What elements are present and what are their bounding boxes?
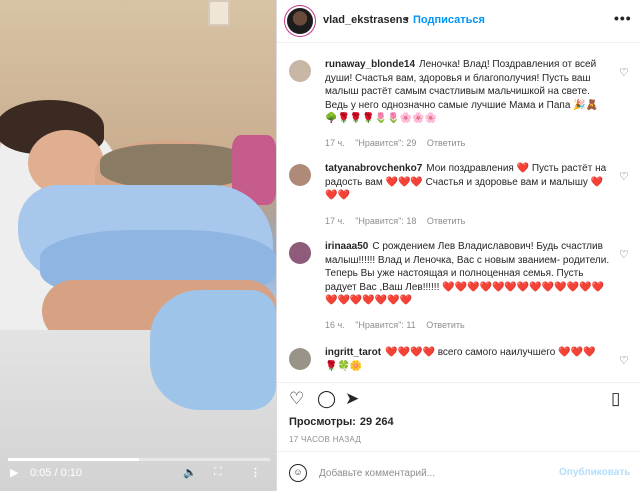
publish-button[interactable]: Опубликовать — [559, 467, 630, 478]
separator-dot: • — [405, 13, 409, 25]
views-label: Просмотры: — [289, 416, 356, 428]
post-time-ago[interactable]: 17 ЧАСОВ НАЗАД — [289, 435, 361, 444]
video-player[interactable]: ▶ 0:05 / 0:10 🔈 ⛶ ⋮ — [0, 0, 276, 491]
like-comment-heart-icon[interactable]: ♡ — [619, 170, 629, 183]
play-icon[interactable]: ▶ — [10, 466, 18, 479]
bookmark-icon[interactable]: ▯ — [611, 389, 620, 409]
author-avatar[interactable] — [287, 8, 313, 34]
comment-time[interactable]: 16 ч. — [325, 320, 345, 330]
emoji-icon[interactable]: ☺ — [289, 464, 307, 482]
commenter-avatar[interactable] — [289, 60, 311, 82]
comment-likes[interactable]: "Нравится": 18 — [355, 216, 416, 226]
comment-text: ❤️❤️❤️❤️ всего самого наилучшего ❤️❤️❤️ — [385, 347, 596, 358]
video-time: 0:05 / 0:10 — [30, 467, 82, 479]
commenter-username[interactable]: irinaaa50 — [325, 241, 368, 252]
commenter-username[interactable]: tatyanabrovchenko7 — [325, 163, 422, 174]
commenter-avatar[interactable] — [289, 164, 311, 186]
reply-button[interactable]: Ответить — [426, 320, 464, 330]
comment-meta: 16 ч. "Нравится": 11 Ответить — [325, 320, 473, 330]
post-header: vlad_ekstrasens • Подписаться ••• — [277, 0, 640, 43]
comment-input[interactable] — [317, 462, 551, 484]
comment-body: runaway_blonde14 Леночка! Влад! Поздравле… — [325, 58, 611, 126]
like-comment-heart-icon[interactable]: ♡ — [619, 66, 629, 79]
comment-emoji-line: 🌳🌹🌹🌹🌷🌷🌸🌸🌸 — [325, 113, 438, 124]
comment-meta: 17 ч. "Нравится": 18 Ответить — [325, 216, 473, 226]
shirt — [100, 144, 250, 188]
comment-composer: ☺ Опубликовать — [277, 451, 640, 492]
comment-body: ingritt_tarot ❤️❤️❤️❤️ всего самого наилу… — [325, 346, 611, 373]
reply-button[interactable]: Ответить — [427, 138, 465, 148]
author-username[interactable]: vlad_ekstrasens — [323, 14, 409, 26]
wall-outlet — [208, 0, 230, 26]
comment-time[interactable]: 17 ч. — [325, 216, 345, 226]
like-heart-icon[interactable]: ♡ — [289, 389, 304, 409]
commenter-username[interactable]: ingritt_tarot — [325, 347, 381, 358]
comment-likes[interactable]: "Нравится": 11 — [355, 320, 415, 330]
comment-meta: 17 ч. "Нравится": 29 Ответить — [325, 138, 473, 148]
comment-body: tatyanabrovchenko7 Мои поздравления ❤️ Пу… — [325, 162, 611, 203]
views-count: Просмотры: 29 264 — [289, 416, 394, 428]
follow-button[interactable]: Подписаться — [413, 14, 485, 26]
commenter-avatar[interactable] — [289, 348, 311, 370]
reply-button[interactable]: Ответить — [427, 216, 465, 226]
volume-icon[interactable]: 🔈 — [183, 466, 197, 479]
comment-body: irinaaa50 С рождением Лев Владиславович! … — [325, 240, 611, 308]
comment-emoji-line: 🌹🍀🌼 — [325, 360, 363, 372]
comments-list: runaway_blonde14 Леночка! Влад! Поздравле… — [277, 46, 640, 376]
fullscreen-icon[interactable]: ⛶ — [214, 466, 222, 479]
comment-icon[interactable]: ◯ — [317, 389, 336, 409]
more-icon[interactable]: ⋮ — [250, 466, 261, 479]
more-options-icon[interactable]: ••• — [614, 10, 632, 26]
comment-emoji-line: ❤️❤️ — [325, 190, 350, 201]
comment-time[interactable]: 17 ч. — [325, 138, 345, 148]
post-panel: vlad_ekstrasens • Подписаться ••• runawa… — [276, 0, 640, 491]
post-actions: ♡ ◯ ➤ ▯ — [277, 382, 640, 413]
comment-likes[interactable]: "Нравится": 29 — [355, 138, 416, 148]
like-comment-heart-icon[interactable]: ♡ — [619, 354, 629, 367]
like-comment-heart-icon[interactable]: ♡ — [619, 248, 629, 261]
commenter-avatar[interactable] — [289, 242, 311, 264]
video-controls: ▶ 0:05 / 0:10 🔈 ⛶ ⋮ — [0, 453, 276, 491]
commenter-username[interactable]: runaway_blonde14 — [325, 59, 415, 70]
fluffy-blanket — [150, 290, 276, 410]
share-icon[interactable]: ➤ — [345, 389, 359, 409]
views-value: 29 264 — [359, 416, 394, 428]
